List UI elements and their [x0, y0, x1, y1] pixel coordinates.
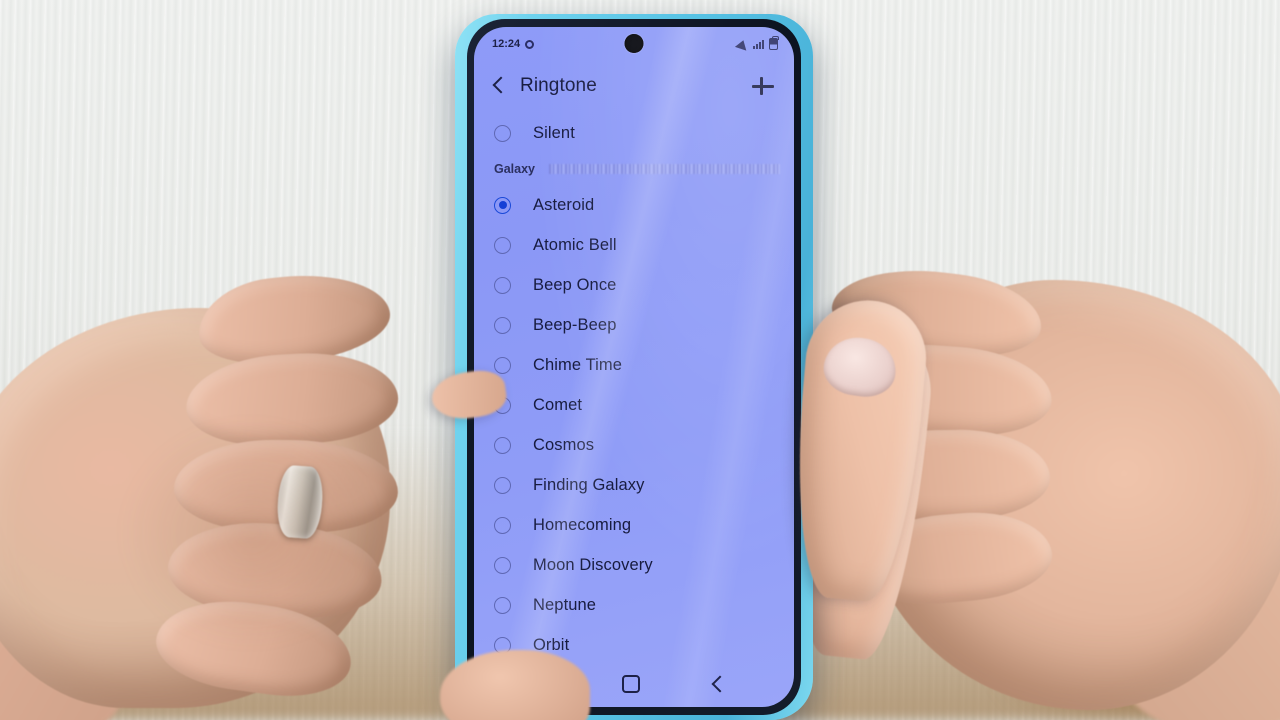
section-header: Galaxy	[474, 153, 794, 185]
list-item-label: Beep Once	[533, 275, 617, 294]
list-item[interactable]: Asteroid	[474, 185, 794, 225]
battery-icon	[769, 36, 779, 50]
radio-button[interactable]	[494, 276, 511, 294]
radio-button-selected[interactable]	[494, 196, 511, 214]
list-item[interactable]: Cosmos	[474, 425, 794, 465]
radio-button[interactable]	[494, 316, 511, 334]
list-item-label: Moon Discovery	[533, 555, 653, 574]
phone-screen[interactable]: 12:24 Ringtone Silent Galaxy Asteroid At…	[474, 27, 794, 707]
radio-button[interactable]	[494, 124, 511, 142]
list-item[interactable]: Finding Galaxy	[474, 465, 794, 505]
home-icon[interactable]	[622, 675, 640, 693]
list-item[interactable]: Silent	[474, 113, 794, 153]
back-icon[interactable]	[708, 675, 726, 693]
wifi-icon	[736, 39, 748, 49]
list-item-label: Chime Time	[533, 355, 623, 374]
page-title: Ringtone	[520, 75, 597, 96]
list-item-label: Finding Galaxy	[533, 475, 645, 494]
list-item-label: Atomic Bell	[533, 235, 617, 254]
alarm-icon	[525, 39, 535, 49]
radio-button[interactable]	[494, 516, 511, 534]
section-header-label: Galaxy	[494, 162, 536, 176]
list-item-label: Neptune	[533, 595, 597, 614]
list-item[interactable]: Beep Once	[474, 265, 794, 305]
left-hand	[0, 266, 520, 720]
list-item[interactable]: Chime Time	[474, 345, 794, 385]
radio-button[interactable]	[494, 436, 511, 454]
signal-icon	[753, 39, 764, 49]
list-item[interactable]: Homecoming	[474, 505, 794, 545]
ringtone-list: Silent Galaxy Asteroid Atomic Bell Beep …	[474, 111, 794, 665]
list-item-label: Homecoming	[533, 515, 632, 534]
phone-with-case: 12:24 Ringtone Silent Galaxy Asteroid At…	[455, 14, 813, 720]
list-item-label: Silent	[533, 123, 575, 142]
left-hand-shading	[120, 418, 380, 648]
radio-button[interactable]	[494, 596, 511, 614]
scene: 12:24 Ringtone Silent Galaxy Asteroid At…	[0, 0, 1280, 720]
list-item[interactable]: Beep-Beep	[474, 305, 794, 345]
status-bar-left: 12:24	[492, 38, 535, 50]
back-chevron-icon[interactable]	[488, 75, 510, 97]
status-bar-right	[736, 36, 779, 50]
list-item-label: Beep-Beep	[533, 315, 617, 334]
list-item[interactable]: Comet	[474, 385, 794, 425]
phone-frame: 12:24 Ringtone Silent Galaxy Asteroid At…	[467, 19, 801, 715]
list-item-label: Comet	[533, 395, 583, 414]
status-bar: 12:24	[474, 27, 794, 61]
list-item[interactable]: Neptune	[474, 585, 794, 625]
list-item[interactable]: Moon Discovery	[474, 545, 794, 585]
radio-button[interactable]	[494, 476, 511, 494]
redacted-bar	[549, 164, 780, 174]
app-bar: Ringtone	[474, 61, 794, 111]
radio-button[interactable]	[494, 356, 511, 374]
list-item[interactable]: Atomic Bell	[474, 225, 794, 265]
status-time: 12:24	[492, 38, 521, 50]
radio-button[interactable]	[494, 556, 511, 574]
list-item-label: Asteroid	[533, 195, 595, 214]
list-item-label: Cosmos	[533, 435, 595, 454]
plus-icon[interactable]	[750, 73, 776, 99]
radio-button[interactable]	[494, 236, 511, 254]
